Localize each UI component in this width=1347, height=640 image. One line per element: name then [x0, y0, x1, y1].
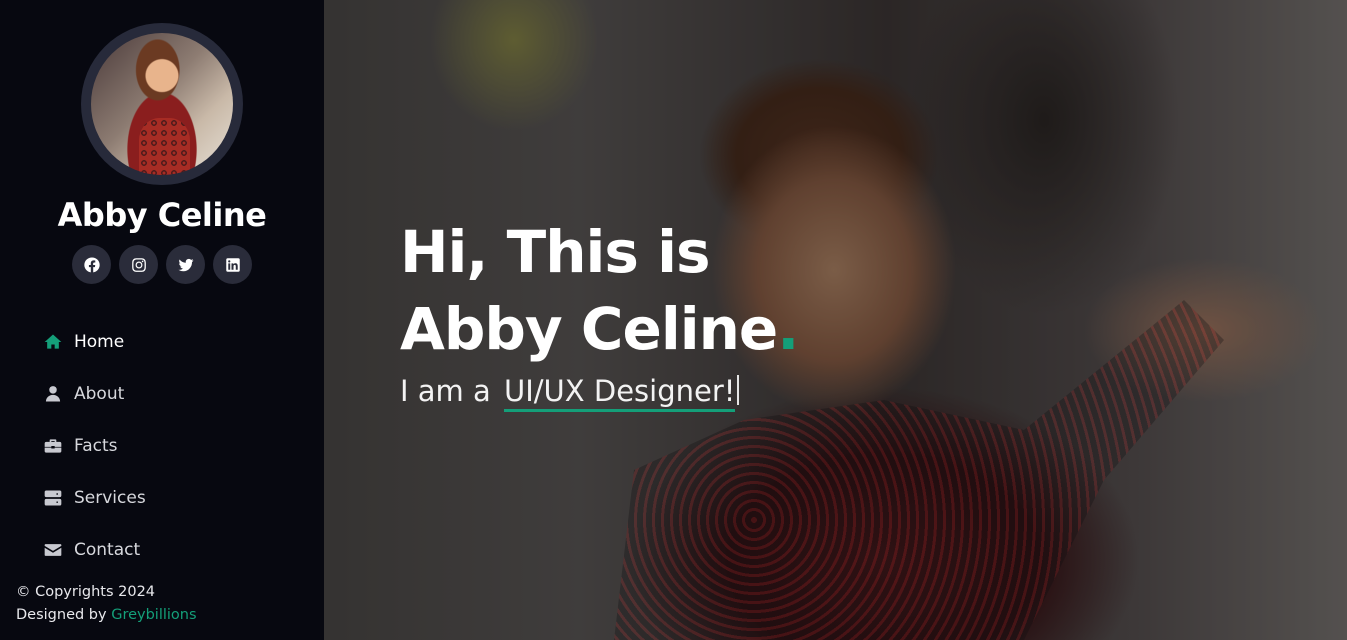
typed-role-text: UI/UX Designer!: [504, 374, 736, 408]
social-links: [72, 245, 252, 284]
nav-item-label: About: [74, 384, 125, 404]
home-icon: [42, 332, 64, 352]
facebook-link[interactable]: [72, 245, 111, 284]
nav-item-label: Home: [74, 332, 125, 352]
nav-item-about[interactable]: About: [42, 368, 146, 420]
hero-headline: Hi, This is Abby Celine.: [400, 214, 799, 368]
credit-line: Designed by Greybillions: [16, 604, 197, 627]
hero-line-1: Hi, This is: [400, 218, 711, 286]
hero-section: Hi, This is Abby Celine. I am a UI/UX De…: [324, 0, 1347, 640]
nav-item-home[interactable]: Home: [42, 316, 146, 368]
nav-item-label: Contact: [74, 540, 141, 560]
copyright-text: © Copyrights 2024: [16, 584, 156, 600]
linkedin-link[interactable]: [213, 245, 252, 284]
avatar: [91, 33, 233, 175]
hero-text: Hi, This is Abby Celine. I am a UI/UX De…: [400, 214, 799, 412]
instagram-link[interactable]: [119, 245, 158, 284]
briefcase-icon: [42, 436, 64, 456]
nav-item-contact[interactable]: Contact: [42, 524, 146, 576]
envelope-icon: [42, 540, 64, 560]
typing-cursor: [737, 375, 740, 405]
hero-line-2: Abby Celine.: [400, 291, 799, 368]
hero-name: Abby Celine: [400, 295, 778, 363]
designer-link[interactable]: Greybillions: [111, 607, 196, 623]
typed-role: UI/UX Designer!: [504, 374, 736, 412]
hero-subline: I am a UI/UX Designer!: [400, 374, 798, 412]
designed-by-text: Designed by: [16, 607, 107, 623]
avatar-ring: [81, 23, 243, 185]
nav-item-label: Services: [74, 488, 146, 508]
twitter-icon: [178, 258, 193, 271]
nav-item-facts[interactable]: Facts: [42, 420, 146, 472]
accent-dot: .: [777, 295, 799, 363]
twitter-link[interactable]: [166, 245, 205, 284]
sidebar: Abby Celine Home About Facts Services Co…: [0, 0, 324, 640]
nav-item-label: Facts: [74, 436, 118, 456]
server-icon: [42, 488, 64, 508]
instagram-icon: [131, 257, 146, 272]
user-icon: [42, 384, 64, 404]
facebook-icon: [83, 256, 100, 272]
profile-name: Abby Celine: [57, 196, 267, 234]
sidebar-footer: © Copyrights 2024 Designed by Greybillio…: [16, 581, 197, 627]
nav-item-services[interactable]: Services: [42, 472, 146, 524]
sidebar-nav: Home About Facts Services Contact: [42, 316, 146, 576]
linkedin-icon: [225, 257, 240, 272]
subline-prefix: I am a: [400, 374, 491, 408]
